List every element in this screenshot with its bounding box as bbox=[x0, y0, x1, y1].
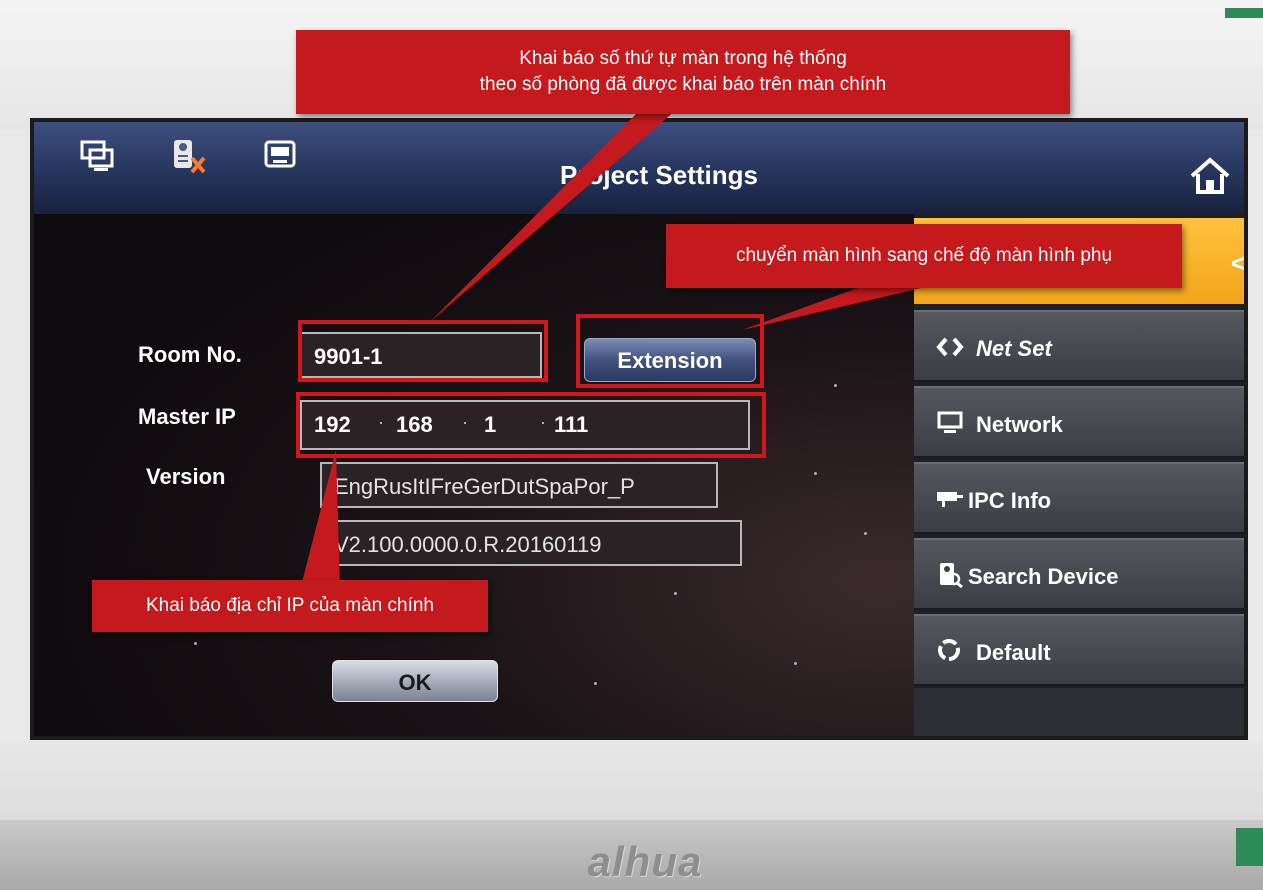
room-callout-pointer bbox=[430, 110, 676, 322]
room-annotation-line1: Khai báo số thứ tự màn trong hệ thống bbox=[519, 48, 847, 69]
room-annotation-line2: theo số phòng đã được khai báo trên màn … bbox=[479, 74, 887, 95]
callout-pointers bbox=[300, 110, 930, 590]
room-annotation: Khai báo số thứ tự màn trong hệ thống th… bbox=[296, 30, 1070, 114]
ip-callout-pointer bbox=[300, 450, 340, 590]
ip-annotation: Khai báo địa chỉ IP của màn chính bbox=[92, 580, 488, 632]
extension-annotation: chuyển màn hình sang chế độ màn hình phụ bbox=[666, 224, 1182, 288]
